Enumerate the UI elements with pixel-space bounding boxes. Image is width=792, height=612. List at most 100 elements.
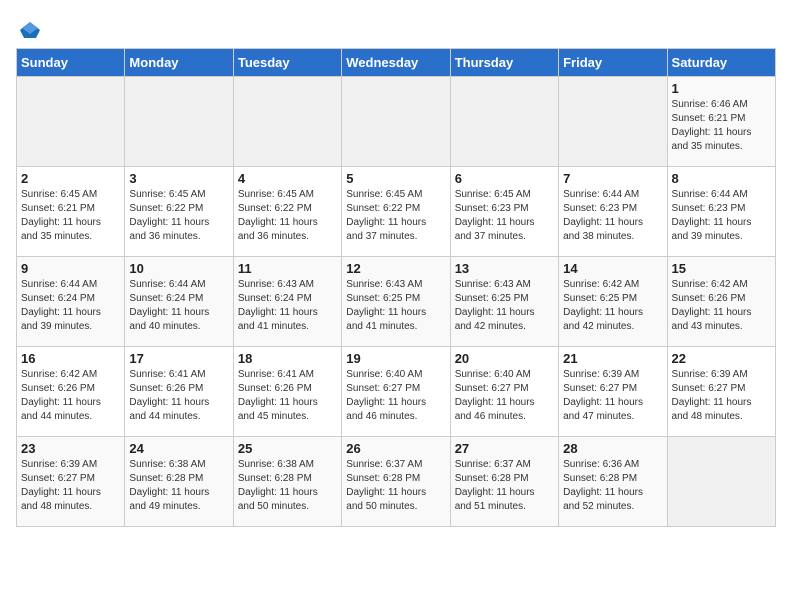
- day-info: Sunrise: 6:40 AM Sunset: 6:27 PM Dayligh…: [346, 368, 445, 424]
- day-number: 8: [672, 171, 771, 186]
- calendar-cell: [17, 77, 125, 167]
- day-number: 25: [238, 441, 337, 456]
- day-number: 6: [455, 171, 554, 186]
- day-info: Sunrise: 6:39 AM Sunset: 6:27 PM Dayligh…: [563, 368, 662, 424]
- day-info: Sunrise: 6:42 AM Sunset: 6:26 PM Dayligh…: [21, 368, 120, 424]
- calendar-cell: 13 Sunrise: 6:43 AM Sunset: 6:25 PM Dayli…: [450, 257, 558, 347]
- calendar-cell: 14 Sunrise: 6:42 AM Sunset: 6:25 PM Dayli…: [559, 257, 667, 347]
- day-info: Sunrise: 6:45 AM Sunset: 6:22 PM Dayligh…: [346, 188, 445, 244]
- calendar-cell: 1 Sunrise: 6:46 AM Sunset: 6:21 PM Daylig…: [667, 77, 775, 167]
- page-header: [16, 16, 776, 40]
- day-info: Sunrise: 6:43 AM Sunset: 6:25 PM Dayligh…: [455, 278, 554, 334]
- calendar-body: 1 Sunrise: 6:46 AM Sunset: 6:21 PM Daylig…: [17, 77, 776, 527]
- day-info: Sunrise: 6:46 AM Sunset: 6:21 PM Dayligh…: [672, 98, 771, 154]
- day-number: 4: [238, 171, 337, 186]
- calendar-cell: [342, 77, 450, 167]
- header-day-monday: Monday: [125, 49, 233, 77]
- calendar-cell: 16 Sunrise: 6:42 AM Sunset: 6:26 PM Dayli…: [17, 347, 125, 437]
- calendar-cell: 28 Sunrise: 6:36 AM Sunset: 6:28 PM Dayli…: [559, 437, 667, 527]
- day-info: Sunrise: 6:42 AM Sunset: 6:25 PM Dayligh…: [563, 278, 662, 334]
- header-day-tuesday: Tuesday: [233, 49, 341, 77]
- calendar-week-3: 9 Sunrise: 6:44 AM Sunset: 6:24 PM Daylig…: [17, 257, 776, 347]
- day-number: 13: [455, 261, 554, 276]
- calendar-cell: 2 Sunrise: 6:45 AM Sunset: 6:21 PM Daylig…: [17, 167, 125, 257]
- calendar-cell: 15 Sunrise: 6:42 AM Sunset: 6:26 PM Dayli…: [667, 257, 775, 347]
- calendar-cell: 19 Sunrise: 6:40 AM Sunset: 6:27 PM Dayli…: [342, 347, 450, 437]
- day-info: Sunrise: 6:40 AM Sunset: 6:27 PM Dayligh…: [455, 368, 554, 424]
- day-info: Sunrise: 6:43 AM Sunset: 6:25 PM Dayligh…: [346, 278, 445, 334]
- day-info: Sunrise: 6:38 AM Sunset: 6:28 PM Dayligh…: [129, 458, 228, 514]
- calendar-cell: 17 Sunrise: 6:41 AM Sunset: 6:26 PM Dayli…: [125, 347, 233, 437]
- calendar-week-2: 2 Sunrise: 6:45 AM Sunset: 6:21 PM Daylig…: [17, 167, 776, 257]
- day-number: 10: [129, 261, 228, 276]
- day-number: 12: [346, 261, 445, 276]
- calendar-cell: 22Sunrise: 6:39 AM Sunset: 6:27 PM Dayli…: [667, 347, 775, 437]
- calendar-cell: 27Sunrise: 6:37 AM Sunset: 6:28 PM Dayli…: [450, 437, 558, 527]
- day-info: Sunrise: 6:41 AM Sunset: 6:26 PM Dayligh…: [238, 368, 337, 424]
- day-info: Sunrise: 6:45 AM Sunset: 6:23 PM Dayligh…: [455, 188, 554, 244]
- calendar-cell: 7 Sunrise: 6:44 AM Sunset: 6:23 PM Daylig…: [559, 167, 667, 257]
- calendar-cell: 8 Sunrise: 6:44 AM Sunset: 6:23 PM Daylig…: [667, 167, 775, 257]
- day-number: 21: [563, 351, 662, 366]
- header-day-saturday: Saturday: [667, 49, 775, 77]
- calendar-cell: 3 Sunrise: 6:45 AM Sunset: 6:22 PM Daylig…: [125, 167, 233, 257]
- day-info: Sunrise: 6:41 AM Sunset: 6:26 PM Dayligh…: [129, 368, 228, 424]
- calendar-cell: 9 Sunrise: 6:44 AM Sunset: 6:24 PM Daylig…: [17, 257, 125, 347]
- calendar-cell: 4 Sunrise: 6:45 AM Sunset: 6:22 PM Daylig…: [233, 167, 341, 257]
- general-blue-icon: [16, 20, 44, 40]
- day-number: 1: [672, 81, 771, 96]
- calendar-cell: 23Sunrise: 6:39 AM Sunset: 6:27 PM Dayli…: [17, 437, 125, 527]
- day-number: 22: [672, 351, 771, 366]
- header-day-friday: Friday: [559, 49, 667, 77]
- calendar-cell: 10 Sunrise: 6:44 AM Sunset: 6:24 PM Dayli…: [125, 257, 233, 347]
- calendar-table: SundayMondayTuesdayWednesdayThursdayFrid…: [16, 48, 776, 527]
- day-number: 14: [563, 261, 662, 276]
- day-info: Sunrise: 6:37 AM Sunset: 6:28 PM Dayligh…: [346, 458, 445, 514]
- day-number: 9: [21, 261, 120, 276]
- day-info: Sunrise: 6:45 AM Sunset: 6:21 PM Dayligh…: [21, 188, 120, 244]
- logo: [16, 16, 44, 40]
- day-number: 7: [563, 171, 662, 186]
- day-info: Sunrise: 6:42 AM Sunset: 6:26 PM Dayligh…: [672, 278, 771, 334]
- day-number: 17: [129, 351, 228, 366]
- day-number: 26: [346, 441, 445, 456]
- calendar-week-1: 1 Sunrise: 6:46 AM Sunset: 6:21 PM Daylig…: [17, 77, 776, 167]
- calendar-cell: 20 Sunrise: 6:40 AM Sunset: 6:27 PM Dayli…: [450, 347, 558, 437]
- calendar-cell: 12 Sunrise: 6:43 AM Sunset: 6:25 PM Dayli…: [342, 257, 450, 347]
- calendar-week-5: 23Sunrise: 6:39 AM Sunset: 6:27 PM Dayli…: [17, 437, 776, 527]
- calendar-cell: 11Sunrise: 6:43 AM Sunset: 6:24 PM Dayli…: [233, 257, 341, 347]
- header-day-thursday: Thursday: [450, 49, 558, 77]
- day-info: Sunrise: 6:44 AM Sunset: 6:24 PM Dayligh…: [21, 278, 120, 334]
- day-info: Sunrise: 6:45 AM Sunset: 6:22 PM Dayligh…: [238, 188, 337, 244]
- day-number: 28: [563, 441, 662, 456]
- calendar-week-4: 16 Sunrise: 6:42 AM Sunset: 6:26 PM Dayli…: [17, 347, 776, 437]
- day-info: Sunrise: 6:44 AM Sunset: 6:23 PM Dayligh…: [672, 188, 771, 244]
- day-info: Sunrise: 6:36 AM Sunset: 6:28 PM Dayligh…: [563, 458, 662, 514]
- day-info: Sunrise: 6:38 AM Sunset: 6:28 PM Dayligh…: [238, 458, 337, 514]
- day-number: 2: [21, 171, 120, 186]
- day-info: Sunrise: 6:45 AM Sunset: 6:22 PM Dayligh…: [129, 188, 228, 244]
- header-day-wednesday: Wednesday: [342, 49, 450, 77]
- calendar-cell: 6 Sunrise: 6:45 AM Sunset: 6:23 PM Daylig…: [450, 167, 558, 257]
- calendar-cell: 24 Sunrise: 6:38 AM Sunset: 6:28 PM Dayli…: [125, 437, 233, 527]
- day-info: Sunrise: 6:43 AM Sunset: 6:24 PM Dayligh…: [238, 278, 337, 334]
- day-number: 5: [346, 171, 445, 186]
- day-info: Sunrise: 6:37 AM Sunset: 6:28 PM Dayligh…: [455, 458, 554, 514]
- calendar-cell: [667, 437, 775, 527]
- calendar-cell: 18 Sunrise: 6:41 AM Sunset: 6:26 PM Dayli…: [233, 347, 341, 437]
- calendar-cell: 26 Sunrise: 6:37 AM Sunset: 6:28 PM Dayli…: [342, 437, 450, 527]
- day-number: 20: [455, 351, 554, 366]
- day-number: 19: [346, 351, 445, 366]
- day-number: 15: [672, 261, 771, 276]
- day-number: 23: [21, 441, 120, 456]
- day-number: 3: [129, 171, 228, 186]
- day-number: 16: [21, 351, 120, 366]
- day-number: 24: [129, 441, 228, 456]
- calendar-cell: 25 Sunrise: 6:38 AM Sunset: 6:28 PM Dayli…: [233, 437, 341, 527]
- calendar-cell: 5 Sunrise: 6:45 AM Sunset: 6:22 PM Daylig…: [342, 167, 450, 257]
- day-info: Sunrise: 6:44 AM Sunset: 6:23 PM Dayligh…: [563, 188, 662, 244]
- day-number: 18: [238, 351, 337, 366]
- calendar-cell: [125, 77, 233, 167]
- calendar-cell: [559, 77, 667, 167]
- day-info: Sunrise: 6:44 AM Sunset: 6:24 PM Dayligh…: [129, 278, 228, 334]
